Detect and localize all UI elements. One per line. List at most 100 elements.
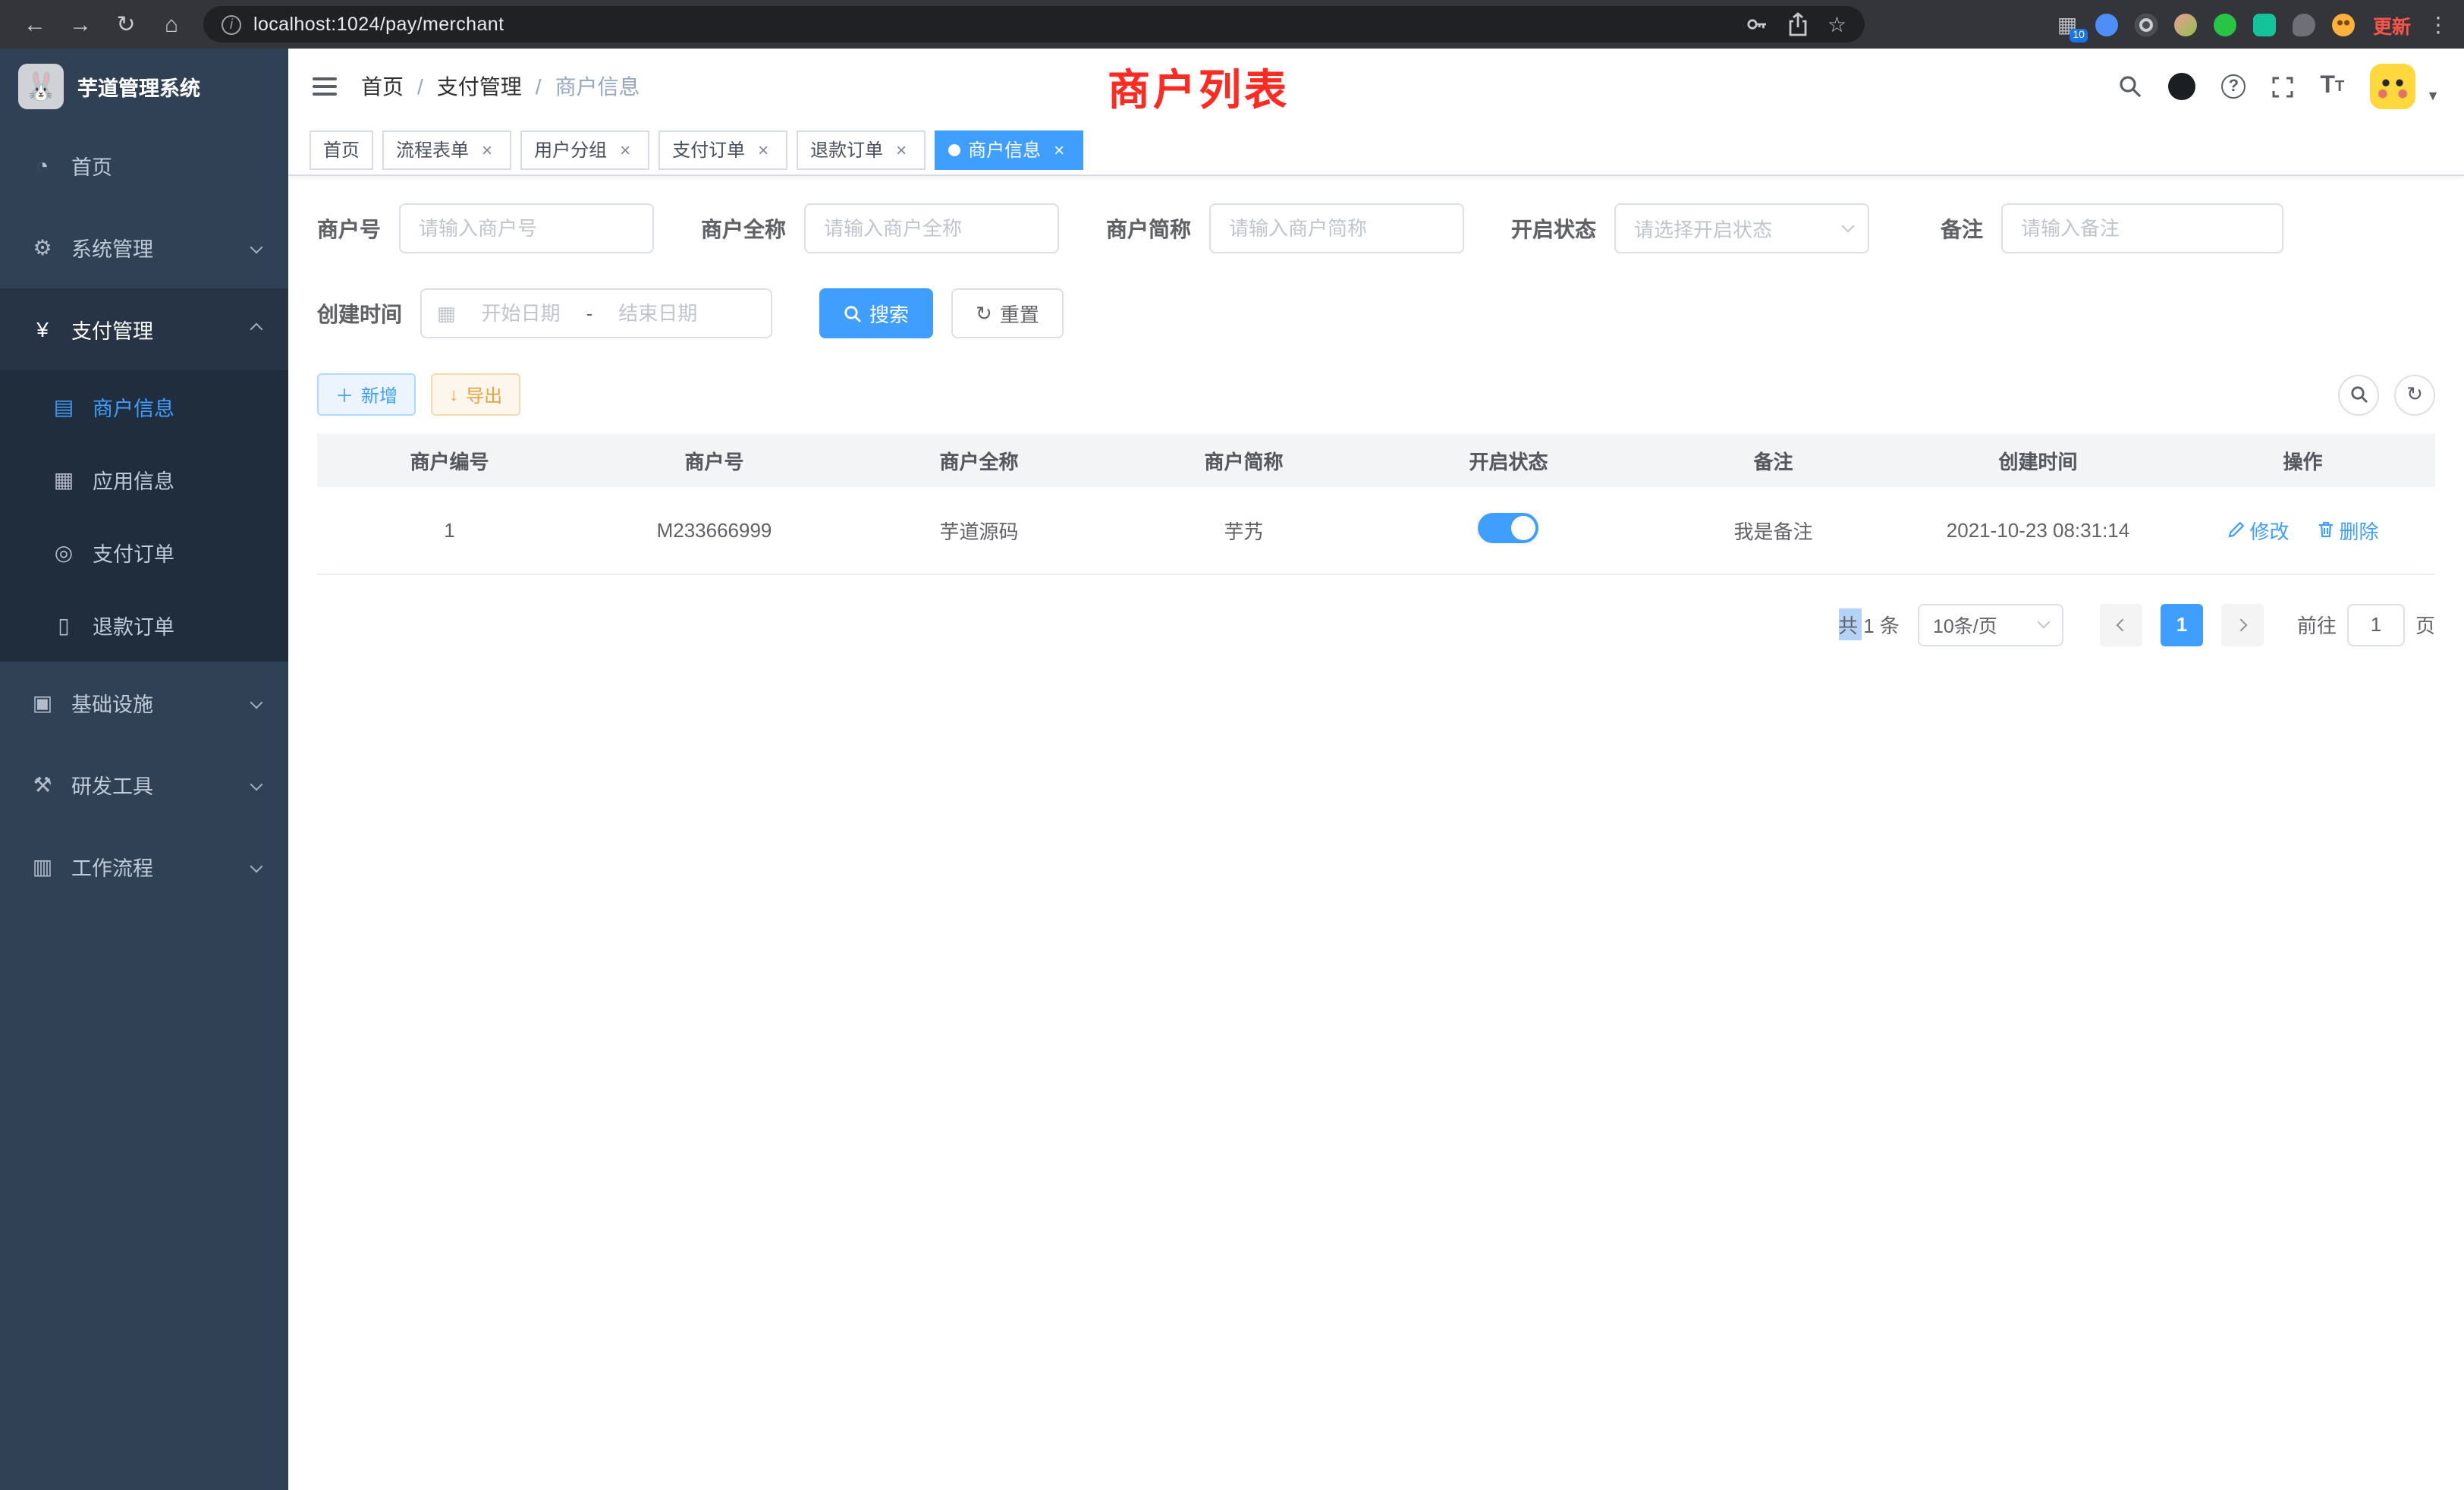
sidebar-item-payment-orders[interactable]: ◎ 支付订单 xyxy=(0,516,288,589)
extension-grid-icon[interactable]: ▦ 10 xyxy=(2054,11,2080,37)
chevron-left-icon xyxy=(2116,618,2129,631)
short-name-input[interactable] xyxy=(1209,203,1464,253)
sidebar-item-merchant-info[interactable]: ▤ 商户信息 xyxy=(0,370,288,443)
browser-home-icon[interactable]: ⌂ xyxy=(152,5,191,44)
reset-button-label: 重置 xyxy=(1000,299,1039,328)
reset-button[interactable]: ↻ 重置 xyxy=(951,288,1064,338)
pagination: 共 1 条 10条/页 1 前往 页 xyxy=(317,603,2435,646)
sidebar-item-payment-management[interactable]: ¥ 支付管理 xyxy=(0,288,288,370)
help-icon[interactable]: ? xyxy=(2221,74,2246,99)
breadcrumb-home[interactable]: 首页 xyxy=(361,71,404,102)
tab-process-form[interactable]: 流程表单 × xyxy=(382,130,511,169)
page-1-button[interactable]: 1 xyxy=(2161,603,2203,646)
filter-row-2: 创建时间 ▦ - 搜索 ↻ xyxy=(317,288,2435,338)
end-date-input[interactable] xyxy=(602,302,714,325)
goto-page-input[interactable] xyxy=(2347,603,2405,646)
share-icon[interactable] xyxy=(1788,12,1809,36)
sidebar-item-workflow[interactable]: ▥ 工作流程 xyxy=(0,825,288,907)
sidebar-item-system-management[interactable]: ⚙ 系统管理 xyxy=(0,206,288,288)
create-time-label: 创建时间 xyxy=(317,298,420,328)
start-date-input[interactable] xyxy=(465,302,577,325)
tab-close-icon[interactable]: × xyxy=(476,139,498,160)
remark-input[interactable] xyxy=(2001,203,2283,253)
table-toolbar: ＋ 新增 ↓ 导出 ↻ xyxy=(317,373,2435,416)
page-size-select[interactable]: 10条/页 xyxy=(1918,603,2063,646)
extension-green-circle-icon[interactable] xyxy=(2212,11,2238,37)
refresh-table-icon[interactable]: ↻ xyxy=(2394,374,2435,415)
header-search-icon[interactable] xyxy=(2118,74,2142,99)
cell-merchant-no: M233666999 xyxy=(582,487,847,574)
browser-menu-icon[interactable]: ⋮ xyxy=(2428,11,2449,37)
tab-refund-orders[interactable]: 退款订单 × xyxy=(797,130,926,169)
plus-icon: ＋ xyxy=(335,382,354,407)
tags-bar: 首页 流程表单 × 用户分组 × 支付订单 × 退款订单 × xyxy=(288,124,2464,176)
goto-page: 前往 页 xyxy=(2297,603,2435,646)
next-page-button[interactable] xyxy=(2221,603,2264,646)
tab-label: 退款订单 xyxy=(810,137,883,162)
merchant-no-input[interactable] xyxy=(399,203,654,253)
tab-close-icon[interactable]: × xyxy=(1048,139,1070,160)
address-bar[interactable]: i localhost:1024/pay/merchant ☆ xyxy=(203,6,1865,42)
hamburger-icon[interactable] xyxy=(313,77,337,96)
tab-payment-orders[interactable]: 支付订单 × xyxy=(658,130,787,169)
chrome-update-button[interactable]: 更新 xyxy=(2373,10,2411,39)
export-button[interactable]: ↓ 导出 xyxy=(431,373,520,416)
submenu-label: 退款订单 xyxy=(93,610,174,640)
extension-drop-icon[interactable] xyxy=(2094,11,2120,37)
password-key-icon[interactable] xyxy=(1746,12,1770,36)
add-button[interactable]: ＋ 新增 xyxy=(317,373,416,416)
avatar-caret-icon[interactable]: ▼ xyxy=(2426,88,2440,103)
breadcrumb-payment[interactable]: 支付管理 xyxy=(437,71,522,102)
extension-dark-icon[interactable] xyxy=(2133,11,2159,37)
search-button[interactable]: 搜索 xyxy=(819,288,933,338)
edit-link[interactable]: 修改 xyxy=(2227,516,2289,545)
cell-status xyxy=(1376,487,1641,574)
breadcrumb-separator: / xyxy=(417,74,423,99)
col-operations: 操作 xyxy=(2170,434,2435,487)
payment-submenu: ▤ 商户信息 ▦ 应用信息 ◎ 支付订单 ▯ 退款订单 xyxy=(0,370,288,662)
extension-face-icon[interactable] xyxy=(2330,11,2356,37)
prev-page-button[interactable] xyxy=(2100,603,2142,646)
breadcrumb-separator: / xyxy=(536,74,542,99)
app-logo[interactable]: 🐰 芋道管理系统 xyxy=(0,49,288,124)
date-range-picker[interactable]: ▦ - xyxy=(420,288,772,338)
site-info-icon[interactable]: i xyxy=(222,14,241,34)
sidebar-item-infrastructure[interactable]: ▣ 基础设施 xyxy=(0,662,288,743)
font-size-icon[interactable]: TT xyxy=(2320,73,2344,100)
tab-close-icon[interactable]: × xyxy=(891,139,912,160)
status-toggle[interactable] xyxy=(1479,513,1539,543)
toggle-search-icon[interactable] xyxy=(2338,374,2379,415)
extension-green-square-icon[interactable] xyxy=(2252,11,2277,37)
sidebar-item-refund-orders[interactable]: ▯ 退款订单 xyxy=(0,589,288,662)
bookmark-star-icon[interactable]: ☆ xyxy=(1828,11,1846,37)
tab-home[interactable]: 首页 xyxy=(310,130,373,169)
cell-remark: 我是备注 xyxy=(1641,487,1906,574)
annotation-title: 商户列表 xyxy=(1108,58,1290,118)
browser-forward-icon[interactable]: → xyxy=(61,5,100,44)
filter-full-name: 商户全称 xyxy=(701,203,1059,253)
status-select[interactable]: 请选择开启状态 xyxy=(1614,203,1869,253)
tab-label: 支付订单 xyxy=(672,137,745,162)
tab-merchant-info[interactable]: 商户信息 × xyxy=(935,130,1083,169)
delete-link[interactable]: 删除 xyxy=(2317,516,2379,545)
sidebar-item-dev-tools[interactable]: ⚒ 研发工具 xyxy=(0,743,288,825)
tab-user-group[interactable]: 用户分组 × xyxy=(520,130,649,169)
browser-reload-icon[interactable]: ↻ xyxy=(106,5,146,44)
fullscreen-icon[interactable] xyxy=(2271,75,2294,98)
full-name-label: 商户全称 xyxy=(701,213,804,244)
tab-close-icon[interactable]: × xyxy=(753,139,774,160)
github-icon[interactable] xyxy=(2168,73,2195,100)
sidebar-item-app-info[interactable]: ▦ 应用信息 xyxy=(0,443,288,516)
browser-back-icon[interactable]: ← xyxy=(15,5,55,44)
full-name-input[interactable] xyxy=(804,203,1059,253)
extension-avatar-icon[interactable] xyxy=(2173,11,2198,37)
browser-extensions-area: ▦ 10 更新 ⋮ xyxy=(2054,10,2449,39)
filter-row-1: 商户号 商户全称 商户简称 开启状态 请选择开启状态 xyxy=(317,203,2435,253)
menu-label: 系统管理 xyxy=(71,232,153,262)
user-avatar[interactable] xyxy=(2370,64,2415,109)
tab-close-icon[interactable]: × xyxy=(614,139,636,160)
cell-merchant-id: 1 xyxy=(317,487,582,574)
sidebar-item-home[interactable]: ◔ 首页 xyxy=(0,124,288,206)
extension-pin-icon[interactable] xyxy=(2291,11,2317,37)
menu-label: 支付管理 xyxy=(71,314,153,344)
